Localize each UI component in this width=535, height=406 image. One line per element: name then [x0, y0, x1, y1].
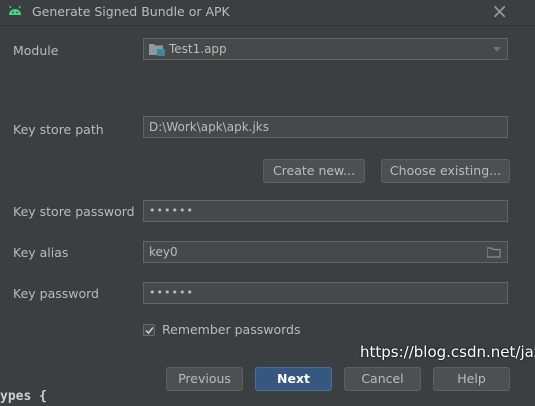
folder-icon[interactable]	[487, 247, 501, 258]
help-button[interactable]: Help	[433, 367, 510, 391]
module-value: Test1.app	[169, 42, 227, 56]
cancel-button[interactable]: Cancel	[344, 367, 421, 391]
checkmark-icon	[145, 327, 154, 335]
window-title: Generate Signed Bundle or APK	[32, 4, 230, 19]
key-alias-input[interactable]: key0	[143, 241, 508, 263]
create-new-button[interactable]: Create new...	[263, 159, 365, 183]
key-store-path-input[interactable]: D:\Work\apk\apk.jks	[143, 116, 508, 138]
previous-button[interactable]: Previous	[166, 367, 243, 391]
module-folder-icon	[149, 44, 165, 56]
android-icon	[9, 5, 21, 15]
remember-passwords-checkbox[interactable]	[143, 324, 155, 336]
title-bar: Generate Signed Bundle or APK ×	[0, 0, 535, 25]
close-icon[interactable]: ×	[491, 1, 508, 21]
chevron-down-icon[interactable]	[493, 47, 501, 52]
key-store-password-label: Key store password	[13, 204, 135, 219]
key-alias-label: Key alias	[13, 245, 69, 260]
watermark-text: https://blog.csdn.net/jaz	[360, 343, 535, 361]
key-password-input[interactable]: ••••••	[143, 282, 508, 304]
choose-existing-button[interactable]: Choose existing...	[381, 159, 510, 183]
remember-passwords-label[interactable]: Remember passwords	[162, 322, 300, 337]
module-label: Module	[13, 43, 59, 58]
module-select[interactable]: Test1.app	[143, 38, 508, 60]
key-password-label: Key password	[13, 286, 99, 301]
key-store-password-input[interactable]: ••••••	[143, 200, 508, 222]
background-code-fragment: ypes {	[0, 389, 47, 404]
key-store-path-label: Key store path	[13, 122, 104, 137]
next-button[interactable]: Next	[255, 367, 332, 391]
key-alias-value: key0	[149, 245, 178, 259]
